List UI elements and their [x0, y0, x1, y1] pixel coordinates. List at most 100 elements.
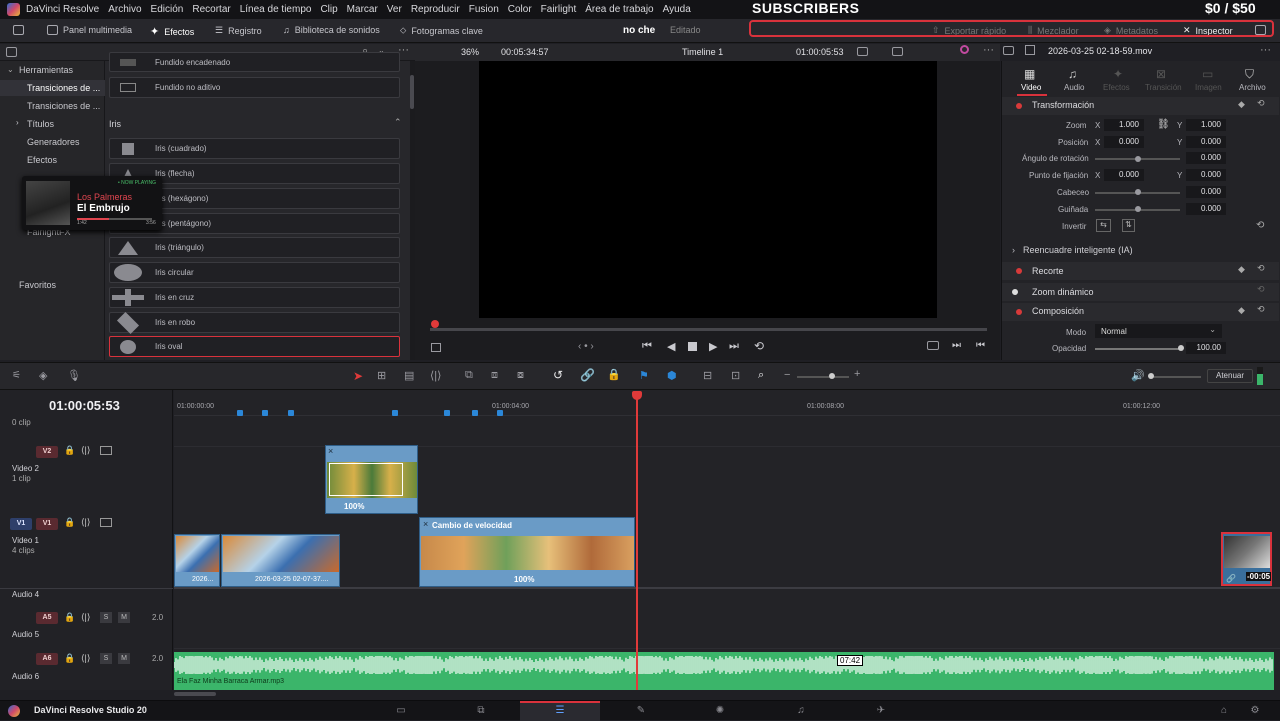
- snapping-icon[interactable]: ↺: [553, 368, 563, 382]
- sidebar-efectos[interactable]: Efectos: [27, 155, 57, 165]
- yaw-field[interactable]: 0.000: [1186, 203, 1226, 215]
- clip-close-icon[interactable]: ×: [423, 519, 428, 529]
- a5-mute-button[interactable]: M: [118, 612, 130, 623]
- menu-color[interactable]: Color: [508, 4, 532, 15]
- pitch-knob[interactable]: [1135, 189, 1141, 195]
- reset-icon[interactable]: ⟲: [1257, 263, 1265, 274]
- zoom-full-icon[interactable]: ⊟: [703, 369, 712, 382]
- timeline-marker[interactable]: [392, 410, 398, 416]
- v1-clip-a[interactable]: 2026...: [174, 534, 220, 587]
- media-pool-button[interactable]: Panel multimedia: [47, 25, 132, 35]
- a6-mute-button[interactable]: M: [118, 653, 130, 664]
- marker-icon[interactable]: ⬢: [667, 369, 677, 382]
- tab-archivo[interactable]: Archivo: [1239, 83, 1266, 92]
- viewer-zoom[interactable]: 36%: [461, 47, 479, 57]
- zoom-in-icon[interactable]: +: [854, 368, 860, 380]
- effect-fundido-encadenado[interactable]: Fundido encadenado: [109, 52, 400, 72]
- keyframe-diamond-icon[interactable]: ◆: [1238, 99, 1245, 110]
- tab-transicion[interactable]: Transición: [1145, 83, 1182, 92]
- keyframe-diamond-icon[interactable]: ◆: [1238, 264, 1245, 275]
- lock-icon[interactable]: 🔒: [607, 368, 621, 381]
- timeline-marker[interactable]: [262, 410, 268, 416]
- zoom-y-field[interactable]: 1.000: [1186, 119, 1226, 131]
- viewer-scrubber[interactable]: [430, 328, 987, 331]
- color-page-icon[interactable]: ✺: [713, 705, 727, 716]
- settings-gear-icon[interactable]: ⚙: [1248, 705, 1262, 716]
- effect-iris-oval[interactable]: Iris oval: [109, 336, 400, 357]
- flip-reset-icon[interactable]: ⟲: [1256, 220, 1264, 231]
- composite-mode-select[interactable]: Normal ⌄: [1095, 324, 1222, 338]
- play-icon[interactable]: ▶: [709, 340, 717, 353]
- trim-tool-icon[interactable]: ⊞: [377, 369, 386, 382]
- effects-group-iris[interactable]: Iris: [109, 119, 121, 129]
- menu-edicion[interactable]: Edición: [151, 4, 184, 15]
- effect-iris-rombo[interactable]: Iris en robo: [109, 311, 400, 334]
- zoom-detail-icon[interactable]: ⊡: [731, 369, 740, 382]
- reset-icon[interactable]: ⟲: [1257, 304, 1265, 315]
- view-options-icon[interactable]: ◈: [39, 369, 47, 382]
- volume-slider[interactable]: [1151, 376, 1201, 378]
- inspector-view-icon[interactable]: [1003, 46, 1014, 55]
- tab-efectos[interactable]: Efectos: [1103, 83, 1130, 92]
- position-y-field[interactable]: 0.000: [1186, 136, 1226, 148]
- menu-area[interactable]: Área de trabajo: [585, 4, 653, 15]
- sidebar-generadores[interactable]: Generadores: [27, 137, 80, 147]
- rotation-knob[interactable]: [1135, 156, 1141, 162]
- match-frame-icon[interactable]: [927, 341, 939, 350]
- menu-marcar[interactable]: Marcar: [347, 4, 378, 15]
- attenuate-button[interactable]: Atenuar: [1207, 369, 1253, 383]
- scrubber-playhead[interactable]: [431, 320, 439, 328]
- smart-reframe-section[interactable]: Reencuadre inteligente (IA): [1023, 245, 1133, 255]
- toggle-panel-icon[interactable]: [13, 25, 24, 35]
- microphone-icon[interactable]: 🎙: [67, 369, 81, 382]
- enable-dot[interactable]: [1012, 289, 1018, 295]
- effect-iris-cuadrado[interactable]: Iris (cuadrado): [109, 138, 400, 159]
- overwrite-clip-icon[interactable]: ⧈: [491, 369, 498, 382]
- v2-autoselect-icon[interactable]: ⟨|⟩: [81, 445, 90, 456]
- a6-track-button[interactable]: A6: [36, 653, 58, 665]
- cut-page-icon[interactable]: ⧉: [474, 705, 488, 716]
- v1-source-button[interactable]: V1: [10, 518, 32, 530]
- v1-lock-icon[interactable]: 🔒: [64, 517, 75, 528]
- overlay-icon[interactable]: [892, 47, 903, 56]
- menu-linea[interactable]: Línea de tiempo: [240, 4, 312, 15]
- a5-autoselect-icon[interactable]: ⟨|⟩: [81, 612, 90, 623]
- selection-tool-icon[interactable]: ➤: [353, 369, 363, 383]
- reset-icon[interactable]: ⟲: [1257, 98, 1265, 109]
- timeline-marker[interactable]: [288, 410, 294, 416]
- sidebar-titulos[interactable]: Títulos: [27, 119, 54, 129]
- menu-reproducir[interactable]: Reproducir: [411, 4, 460, 15]
- section-composicion[interactable]: Composición ◆ ⟲: [1002, 303, 1279, 321]
- sidebar-transiciones-audio[interactable]: Transiciones de ...: [27, 101, 100, 111]
- dynamic-trim-icon[interactable]: ▤: [404, 369, 414, 382]
- opacity-slider[interactable]: [1095, 348, 1180, 350]
- v1-clip-right[interactable]: 🔗 -00:05: [1221, 532, 1272, 586]
- timeline-zoom-knob[interactable]: [829, 373, 835, 379]
- sidebar-favoritos[interactable]: Favoritos: [19, 280, 56, 290]
- sidebar-herramientas[interactable]: Herramientas: [19, 65, 73, 75]
- volume-knob[interactable]: [1148, 373, 1154, 379]
- a5-track-button[interactable]: A5: [36, 612, 58, 624]
- v1-autoselect-icon[interactable]: ⟨|⟩: [81, 517, 90, 528]
- menu-fairlight[interactable]: Fairlight: [541, 4, 577, 15]
- insert-clip-icon[interactable]: ⧉: [465, 369, 473, 382]
- menu-archivo[interactable]: Archivo: [108, 4, 141, 15]
- v2-speed-label[interactable]: 100%: [344, 502, 364, 511]
- timeline-selector[interactable]: Timeline 1: [682, 47, 723, 57]
- loop-icon[interactable]: ⟲: [754, 339, 764, 353]
- effects-button[interactable]: ✦ Efectos: [150, 25, 194, 38]
- deliver-page-icon[interactable]: ✈: [874, 705, 888, 716]
- tab-audio[interactable]: Audio: [1064, 83, 1084, 92]
- collapse-group-icon[interactable]: ⌃: [394, 117, 402, 128]
- color-wheel-icon[interactable]: [960, 45, 969, 54]
- menu-ayuda[interactable]: Ayuda: [663, 4, 691, 15]
- enable-dot[interactable]: [1016, 268, 1022, 274]
- anchor-x-field[interactable]: 0.000: [1104, 169, 1144, 181]
- play-reverse-icon[interactable]: ◀: [667, 340, 675, 353]
- linked-selection-icon[interactable]: 🔗: [580, 368, 595, 382]
- inspector-more-icon[interactable]: ···: [1260, 44, 1271, 56]
- timeline-marker[interactable]: [472, 410, 478, 416]
- crop-icon[interactable]: [431, 343, 441, 352]
- index-button[interactable]: ☰ Registro: [215, 25, 262, 36]
- sound-library-button[interactable]: ♫ Biblioteca de sonidos: [283, 25, 380, 35]
